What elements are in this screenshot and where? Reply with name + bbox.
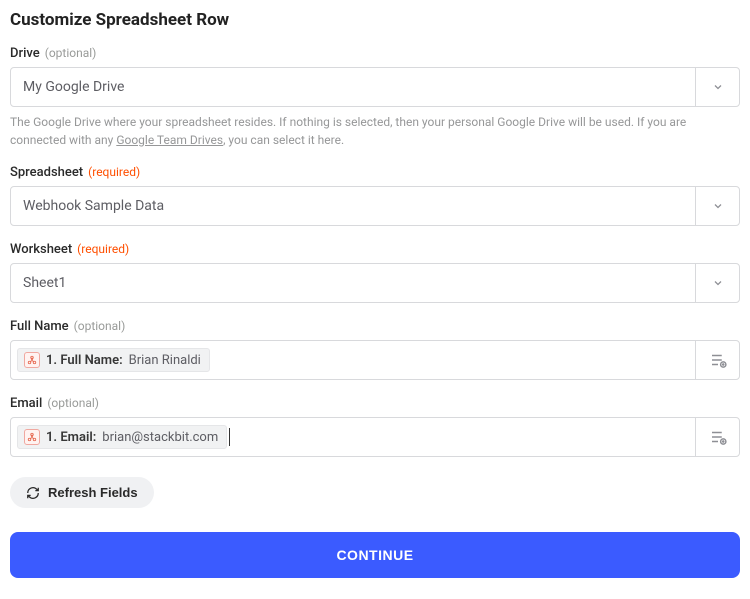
- label-full-name: Full Name (optional): [10, 319, 740, 334]
- page-title: Customize Spreadsheet Row: [10, 10, 740, 30]
- select-spreadsheet[interactable]: Webhook Sample Data: [10, 186, 740, 226]
- label-worksheet-text: Worksheet: [10, 242, 72, 257]
- field-drive: Drive (optional) My Google Drive The Goo…: [10, 46, 740, 149]
- help-drive-post: , you can select it here.: [223, 133, 344, 147]
- field-email: Email (optional) 1. Email: brian@stackbi…: [10, 396, 740, 457]
- chevron-down-icon[interactable]: [695, 187, 739, 225]
- label-email-text: Email: [10, 396, 42, 411]
- select-worksheet[interactable]: Sheet1: [10, 263, 740, 303]
- token-full-name-label: 1. Full Name:: [46, 353, 123, 368]
- chevron-down-icon[interactable]: [695, 68, 739, 106]
- label-full-name-qualifier: (optional): [74, 319, 126, 333]
- label-drive-qualifier: (optional): [45, 46, 97, 60]
- token-full-name[interactable]: 1. Full Name: Brian Rinaldi: [17, 348, 210, 372]
- help-drive-link[interactable]: Google Team Drives: [116, 133, 223, 147]
- label-spreadsheet-qualifier: (required): [88, 165, 140, 179]
- select-worksheet-value: Sheet1: [11, 264, 695, 302]
- input-full-name-content[interactable]: 1. Full Name: Brian Rinaldi: [11, 341, 695, 379]
- field-full-name: Full Name (optional) 1. Full Name: Brian…: [10, 319, 740, 380]
- input-email[interactable]: 1. Email: brian@stackbit.com: [10, 417, 740, 457]
- field-spreadsheet: Spreadsheet (required) Webhook Sample Da…: [10, 165, 740, 226]
- select-spreadsheet-value: Webhook Sample Data: [11, 187, 695, 225]
- insert-field-icon[interactable]: [695, 341, 739, 379]
- select-drive[interactable]: My Google Drive: [10, 67, 740, 107]
- label-worksheet: Worksheet (required): [10, 242, 740, 257]
- label-drive: Drive (optional): [10, 46, 740, 61]
- token-email-label: 1. Email:: [46, 430, 96, 445]
- token-email[interactable]: 1. Email: brian@stackbit.com: [17, 425, 227, 449]
- refresh-icon: [26, 486, 40, 500]
- input-email-content[interactable]: 1. Email: brian@stackbit.com: [11, 418, 695, 456]
- help-drive: The Google Drive where your spreadsheet …: [10, 113, 740, 149]
- token-email-value: brian@stackbit.com: [102, 430, 218, 445]
- label-drive-text: Drive: [10, 46, 40, 61]
- label-email-qualifier: (optional): [47, 396, 99, 410]
- webhook-icon: [24, 352, 40, 368]
- input-full-name[interactable]: 1. Full Name: Brian Rinaldi: [10, 340, 740, 380]
- label-full-name-text: Full Name: [10, 319, 69, 334]
- field-worksheet: Worksheet (required) Sheet1: [10, 242, 740, 303]
- help-drive-pre: The Google Drive where your spreadsheet …: [10, 115, 686, 147]
- text-cursor: [229, 428, 230, 446]
- label-spreadsheet-text: Spreadsheet: [10, 165, 83, 180]
- chevron-down-icon[interactable]: [695, 264, 739, 302]
- label-email: Email (optional): [10, 396, 740, 411]
- webhook-icon: [24, 429, 40, 445]
- continue-button[interactable]: CONTINUE: [10, 532, 740, 578]
- insert-field-icon[interactable]: [695, 418, 739, 456]
- select-drive-value: My Google Drive: [11, 68, 695, 106]
- token-full-name-value: Brian Rinaldi: [129, 353, 201, 368]
- label-spreadsheet: Spreadsheet (required): [10, 165, 740, 180]
- refresh-fields-label: Refresh Fields: [48, 485, 138, 500]
- refresh-fields-button[interactable]: Refresh Fields: [10, 477, 154, 508]
- label-worksheet-qualifier: (required): [77, 242, 129, 256]
